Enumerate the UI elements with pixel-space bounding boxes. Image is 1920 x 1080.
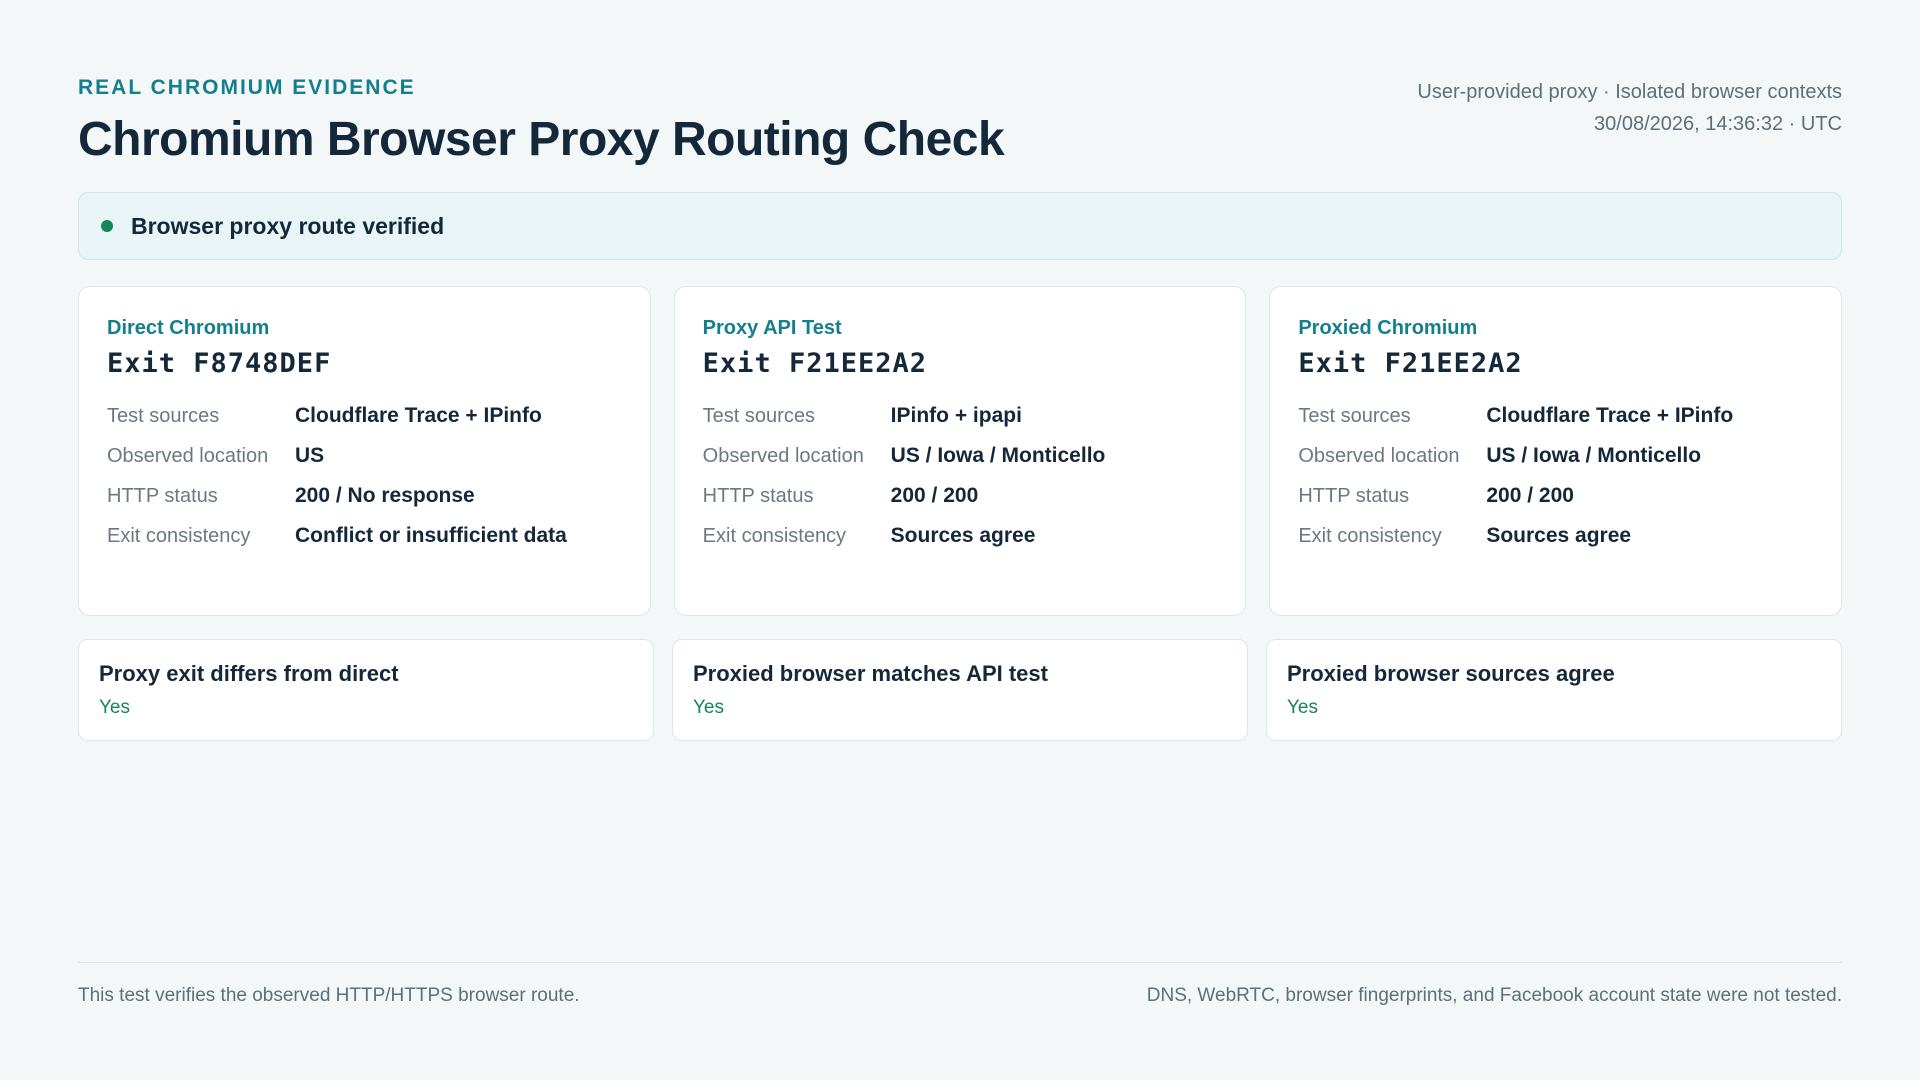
card-rows: Test sources Cloudflare Trace + IPinfo O… (107, 401, 622, 551)
row-value: 200 / No response (295, 484, 475, 507)
card-proxy-api-test: Proxy API Test Exit F21EE2A2 Test source… (673, 286, 1247, 616)
row-value: Sources agree (890, 524, 1036, 547)
row-exit-consistency: Exit consistency Sources agree (1298, 521, 1813, 551)
row-value: US / Iowa / Monticello (890, 444, 1106, 467)
row-key: Exit consistency (107, 525, 251, 547)
row-observed-location: Observed location US / Iowa / Monticello (1298, 441, 1813, 471)
eyebrow-label: REAL CHROMIUM EVIDENCE (78, 76, 416, 99)
row-http-status: HTTP status 200 / No response (107, 481, 622, 511)
row-key: Observed location (107, 445, 269, 467)
row-key: Exit consistency (1298, 525, 1442, 547)
card-exit-id: Exit F8748DEF (107, 348, 332, 379)
card-rows: Test sources Cloudflare Trace + IPinfo O… (1298, 401, 1813, 551)
card-label: Proxied Chromium (1298, 317, 1478, 339)
row-key: HTTP status (702, 485, 814, 507)
meta-timestamp: 30/08/2026, 14:36:32 · UTC (1594, 113, 1842, 135)
footer-note-not-tested: DNS, WebRTC, browser fingerprints, and F… (1146, 985, 1842, 1006)
row-value: 200 / 200 (890, 484, 979, 507)
check-question: Proxy exit differs from direct (99, 661, 399, 686)
check-matches-api: Proxied browser matches API test Yes (672, 639, 1248, 741)
status-dot-icon (101, 220, 113, 232)
row-value: Cloudflare Trace + IPinfo (1486, 404, 1734, 427)
check-question: Proxied browser sources agree (1287, 661, 1615, 686)
row-value: Cloudflare Trace + IPinfo (295, 404, 542, 427)
card-direct-chromium: Direct Chromium Exit F8748DEF Test sourc… (78, 286, 651, 616)
card-exit-id: Exit F21EE2A2 (702, 348, 927, 379)
row-key: HTTP status (1298, 485, 1410, 507)
header-meta: User-provided proxy · Isolated browser c… (1417, 76, 1842, 140)
row-observed-location: Observed location US / Iowa / Monticello (703, 441, 1218, 471)
page-title: Chromium Browser Proxy Routing Check (78, 113, 1005, 166)
card-proxied-chromium: Proxied Chromium Exit F21EE2A2 Test sour… (1269, 286, 1843, 616)
row-http-status: HTTP status 200 / 200 (703, 481, 1218, 511)
row-exit-consistency: Exit consistency Sources agree (703, 521, 1218, 551)
row-observed-location: Observed location US (107, 441, 622, 471)
row-key: Observed location (1298, 445, 1460, 467)
row-value: US / Iowa / Monticello (1486, 444, 1702, 467)
row-key: HTTP status (107, 485, 218, 507)
row-value: Conflict or insufficient data (295, 524, 567, 547)
card-label: Direct Chromium (107, 317, 270, 339)
page: REAL CHROMIUM EVIDENCE Chromium Browser … (0, 0, 1920, 1080)
verification-checks: Proxy exit differs from direct Yes Proxi… (78, 639, 1842, 741)
row-value: 200 / 200 (1486, 484, 1574, 507)
card-label: Proxy API Test (702, 317, 842, 339)
status-text: Browser proxy route verified (131, 212, 445, 239)
check-sources-agree: Proxied browser sources agree Yes (1266, 639, 1842, 741)
row-key: Observed location (702, 445, 864, 467)
footer-note-scope: This test verifies the observed HTTP/HTT… (78, 985, 580, 1006)
row-value: IPinfo + ipapi (890, 404, 1022, 427)
check-answer: Yes (99, 697, 130, 718)
status-banner: Browser proxy route verified (78, 192, 1842, 260)
row-value: Sources agree (1486, 524, 1632, 547)
row-http-status: HTTP status 200 / 200 (1298, 481, 1813, 511)
row-key: Exit consistency (702, 525, 847, 547)
row-test-sources: Test sources Cloudflare Trace + IPinfo (107, 401, 622, 431)
row-test-sources: Test sources IPinfo + ipapi (703, 401, 1218, 431)
card-rows: Test sources IPinfo + ipapi Observed loc… (703, 401, 1218, 551)
footer-divider (78, 962, 1842, 963)
row-key: Test sources (702, 405, 815, 427)
row-test-sources: Test sources Cloudflare Trace + IPinfo (1298, 401, 1813, 431)
check-answer: Yes (1287, 697, 1318, 718)
row-value: US (295, 444, 325, 467)
check-exit-differs: Proxy exit differs from direct Yes (78, 639, 654, 741)
meta-proxy-context: User-provided proxy · Isolated browser c… (1417, 81, 1842, 103)
evidence-cards: Direct Chromium Exit F8748DEF Test sourc… (78, 286, 1843, 616)
row-key: Test sources (107, 405, 220, 427)
row-key: Test sources (1298, 405, 1411, 427)
card-exit-id: Exit F21EE2A2 (1298, 348, 1523, 379)
row-exit-consistency: Exit consistency Conflict or insufficien… (107, 521, 622, 551)
check-answer: Yes (693, 697, 724, 718)
check-question: Proxied browser matches API test (693, 661, 1048, 686)
